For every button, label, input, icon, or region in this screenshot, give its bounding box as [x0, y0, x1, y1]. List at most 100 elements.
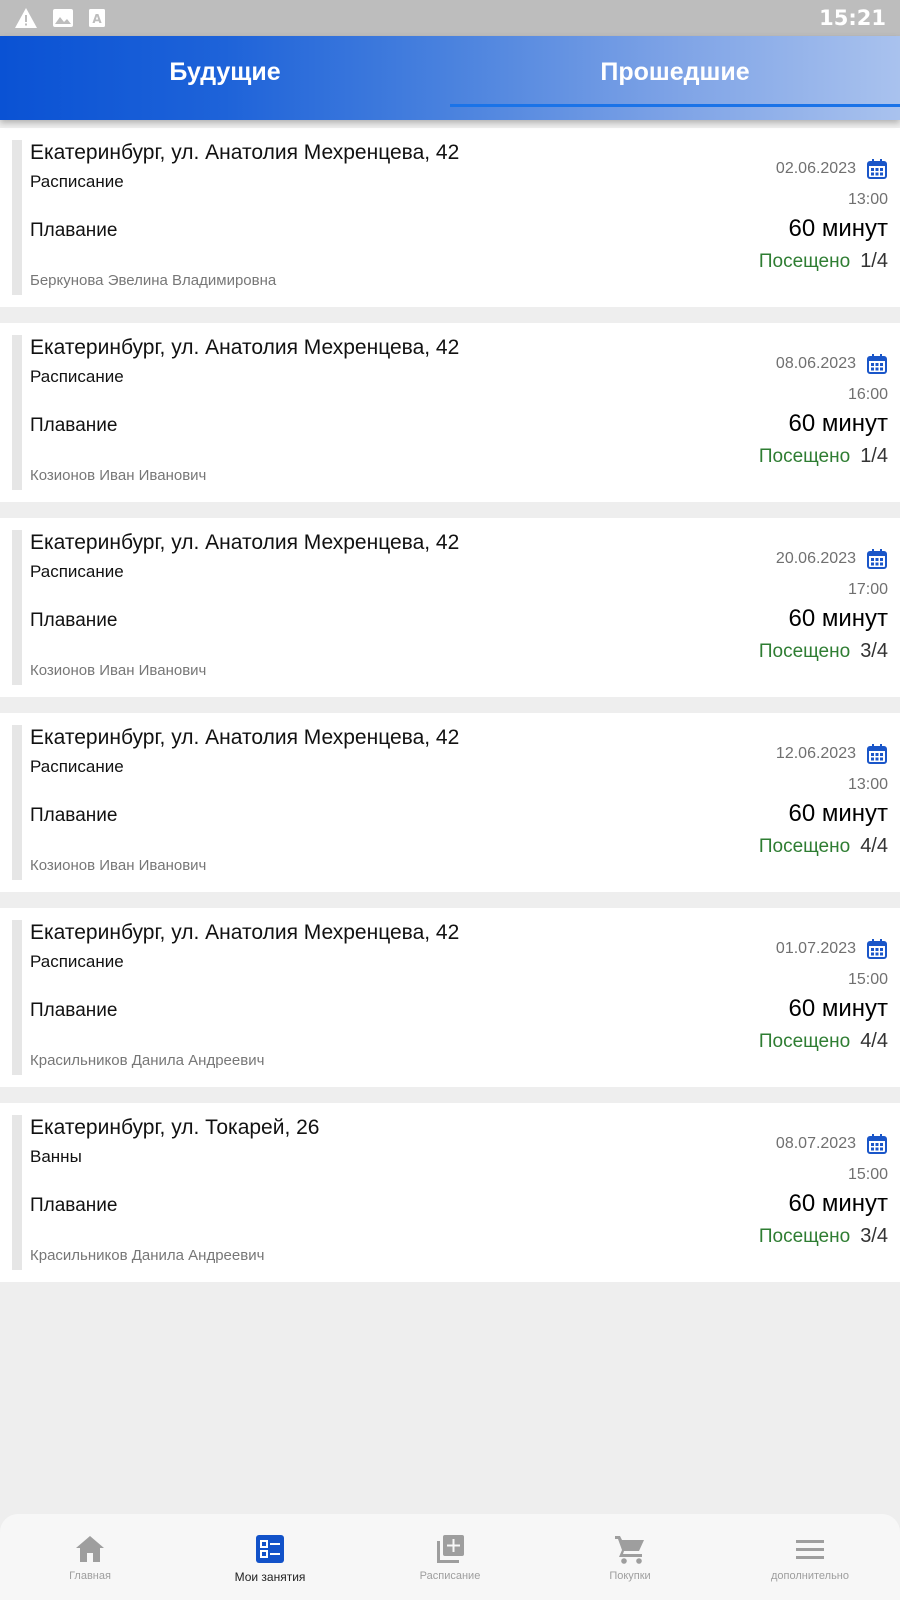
session-address: Екатеринбург, ул. Анатолия Мехренцева, 4…: [30, 921, 460, 944]
status-time: 15:21: [819, 6, 886, 30]
session-trainer: Козионов Иван Иванович: [30, 857, 207, 874]
session-trainer: Козионов Иван Иванович: [30, 467, 207, 484]
session-date: 02.06.2023: [775, 160, 856, 177]
session-card[interactable]: Екатеринбург, ул. Анатолия Мехренцева, 4…: [0, 128, 900, 307]
bottom-nav: Главная Мои занятия Расписание Покупки д…: [0, 1514, 900, 1600]
session-status: Посещено: [758, 836, 851, 857]
calendar-icon[interactable]: [866, 548, 888, 570]
nav-schedule[interactable]: Расписание: [360, 1514, 540, 1600]
session-date-row: 08.07.2023: [776, 1133, 888, 1155]
session-activity: Плавание: [30, 415, 118, 436]
nav-purchases-label: Покупки: [609, 1570, 651, 1582]
image-icon: [53, 9, 73, 27]
session-status: Посещено: [758, 251, 851, 272]
session-time: 15:00: [847, 1166, 888, 1183]
tab-future[interactable]: Будущие: [0, 36, 450, 120]
session-count: 4/4: [860, 1030, 888, 1052]
session-time: 15:00: [847, 971, 888, 988]
session-address: Екатеринбург, ул. Анатолия Мехренцева, 4…: [30, 336, 460, 359]
svg-text:A: A: [92, 12, 102, 26]
add-library-icon: [437, 1535, 464, 1563]
session-date-row: 02.06.2023: [776, 158, 888, 180]
session-trainer: Красильников Данила Андреевич: [30, 1052, 265, 1069]
session-card[interactable]: Екатеринбург, ул. Анатолия Мехренцева, 4…: [0, 908, 900, 1087]
session-activity: Плавание: [30, 1195, 118, 1216]
warning-icon: [15, 8, 37, 28]
nav-home-label: Главная: [69, 1570, 111, 1582]
session-count: 3/4: [860, 1225, 888, 1247]
session-duration: 60 минут: [788, 605, 888, 632]
session-card[interactable]: Екатеринбург, ул. Токарей, 26 Ванны Плав…: [0, 1103, 900, 1282]
session-date-row: 08.06.2023: [776, 353, 888, 375]
session-trainer: Козионов Иван Иванович: [30, 662, 207, 679]
session-time: 13:00: [847, 191, 888, 208]
session-duration: 60 минут: [788, 995, 888, 1022]
calendar-icon[interactable]: [866, 743, 888, 765]
tab-past-label: Прошедшие: [600, 57, 750, 86]
session-card[interactable]: Екатеринбург, ул. Анатолия Мехренцева, 4…: [0, 713, 900, 892]
session-category: Расписание: [30, 952, 124, 971]
session-status-row: Посещено 3/4: [759, 1225, 888, 1248]
session-date-row: 12.06.2023: [776, 743, 888, 765]
session-duration: 60 минут: [788, 215, 888, 242]
session-time: 16:00: [847, 386, 888, 403]
calendar-icon[interactable]: [866, 353, 888, 375]
calendar-icon[interactable]: [866, 938, 888, 960]
calendar-icon[interactable]: [866, 158, 888, 180]
card-accent-bar: [12, 1115, 22, 1270]
cart-icon: [615, 1536, 644, 1564]
session-count: 3/4: [860, 640, 888, 662]
session-status-row: Посещено 4/4: [759, 835, 888, 858]
calendar-icon[interactable]: [866, 1133, 888, 1155]
status-icons: A: [14, 7, 106, 29]
session-category: Ванны: [30, 1147, 82, 1166]
nav-home[interactable]: Главная: [0, 1514, 180, 1600]
session-duration: 60 минут: [788, 800, 888, 827]
nav-my-classes[interactable]: Мои занятия: [180, 1514, 360, 1600]
nav-more[interactable]: дополнительно: [720, 1514, 900, 1600]
card-accent-bar: [12, 530, 22, 685]
session-status-row: Посещено 4/4: [759, 1030, 888, 1053]
session-card[interactable]: Екатеринбург, ул. Анатолия Мехренцева, 4…: [0, 518, 900, 697]
card-accent-bar: [12, 920, 22, 1075]
card-accent-bar: [12, 725, 22, 880]
session-category: Расписание: [30, 172, 124, 191]
nav-purchases[interactable]: Покупки: [540, 1514, 720, 1600]
session-activity: Плавание: [30, 1000, 118, 1021]
nav-schedule-label: Расписание: [419, 1570, 481, 1582]
session-activity: Плавание: [30, 610, 118, 631]
nav-more-label: дополнительно: [770, 1570, 849, 1582]
session-address: Екатеринбург, ул. Анатолия Мехренцева, 4…: [30, 726, 460, 749]
session-list: Екатеринбург, ул. Анатолия Мехренцева, 4…: [0, 128, 900, 1298]
home-icon: [76, 1536, 104, 1562]
session-status: Посещено: [758, 446, 851, 467]
session-time: 13:00: [847, 776, 888, 793]
session-date: 12.06.2023: [775, 745, 856, 762]
tab-future-label: Будущие: [169, 57, 281, 86]
session-date: 08.07.2023: [775, 1135, 856, 1152]
tab-bar: Будущие Прошедшие: [0, 36, 900, 120]
status-bar: A 15:21: [0, 0, 900, 36]
session-status: Посещено: [758, 641, 851, 662]
session-duration: 60 минут: [788, 1190, 888, 1217]
session-category: Расписание: [30, 367, 124, 386]
session-duration: 60 минут: [788, 410, 888, 437]
session-address: Екатеринбург, ул. Анатолия Мехренцева, 4…: [30, 141, 460, 164]
session-count: 1/4: [860, 250, 888, 272]
session-date: 08.06.2023: [775, 355, 856, 372]
session-count: 4/4: [860, 835, 888, 857]
card-accent-bar: [12, 335, 22, 490]
text-a-icon: A: [89, 9, 105, 27]
session-date: 01.07.2023: [775, 940, 856, 957]
tab-past[interactable]: Прошедшие: [450, 36, 900, 120]
session-count: 1/4: [860, 445, 888, 467]
session-trainer: Красильников Данила Андреевич: [30, 1247, 265, 1264]
session-status-row: Посещено 3/4: [759, 640, 888, 663]
session-category: Расписание: [30, 562, 124, 581]
session-status: Посещено: [758, 1031, 851, 1052]
session-trainer: Беркунова Эвелина Владимировна: [30, 272, 277, 289]
session-activity: Плавание: [30, 805, 118, 826]
card-accent-bar: [12, 140, 22, 295]
session-card[interactable]: Екатеринбург, ул. Анатолия Мехренцева, 4…: [0, 323, 900, 502]
menu-icon: [796, 1540, 824, 1559]
